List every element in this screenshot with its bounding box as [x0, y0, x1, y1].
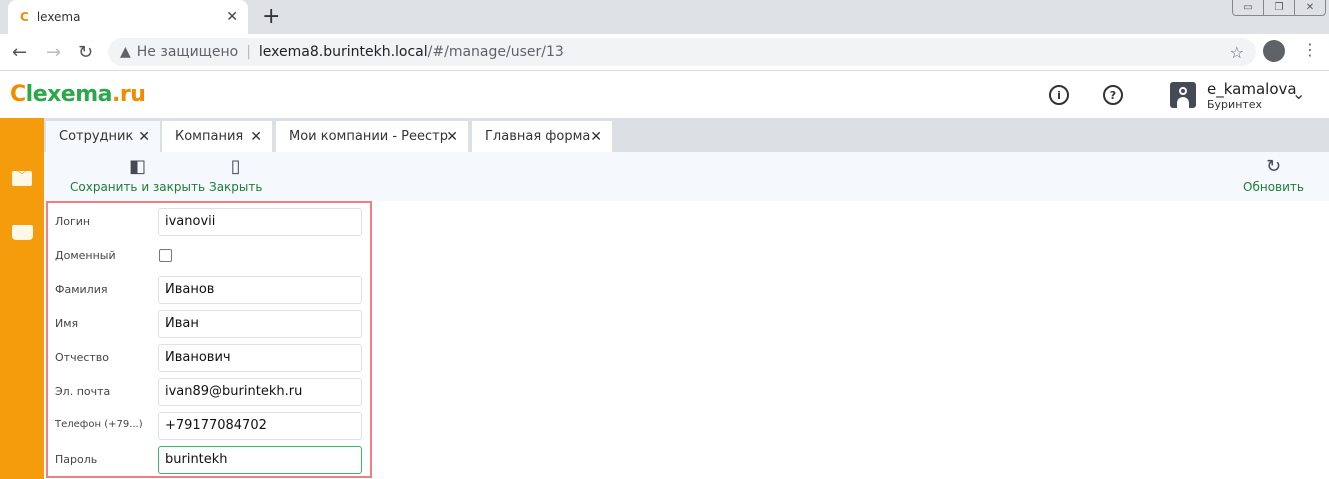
save-close-label: Сохранить и закрыть	[70, 180, 206, 194]
close-tab-icon[interactable]: ✕	[226, 9, 238, 25]
browser-tab[interactable]: C lexema ✕	[8, 0, 248, 34]
tab-label: Компания	[175, 129, 244, 144]
mail-icon[interactable]: ﹀	[12, 171, 32, 186]
url-path: /#/manage/user/13	[427, 44, 564, 60]
user-avatar[interactable]	[1170, 82, 1196, 108]
restore-icon[interactable]: ❐	[1264, 0, 1295, 15]
close-label: Закрыть	[209, 180, 263, 194]
minimize-icon[interactable]: ▭	[1233, 0, 1264, 15]
tab-label: Мои компании - Реестр	[289, 129, 448, 144]
close-icon[interactable]: ✕	[446, 129, 458, 145]
tab-employee[interactable]: Сотрудник ✕	[46, 121, 160, 152]
refresh-icon: ↻	[1265, 156, 1282, 177]
close-window-icon[interactable]: ✕	[1295, 0, 1325, 15]
save-door-icon: ◧	[129, 156, 147, 177]
tab-label: Главная форма	[485, 129, 591, 144]
password-input[interactable]: burintekh	[158, 446, 362, 474]
security-warning[interactable]: Не защищено	[137, 44, 238, 60]
user-name[interactable]: e_kamalova	[1207, 80, 1297, 98]
help-icon[interactable]: ?	[1103, 85, 1123, 105]
tab-company[interactable]: Компания ✕	[162, 121, 272, 152]
close-icon[interactable]: ✕	[590, 129, 602, 145]
firstname-input[interactable]: Иван	[158, 310, 362, 338]
url-input[interactable]: ▲ Не защищено | lexema8.burintekh.local /…	[108, 38, 1256, 66]
tab-label: Сотрудник	[59, 129, 134, 144]
bookmark-star-icon[interactable]: ☆	[1230, 43, 1244, 62]
close-button[interactable]: ▯ Закрыть	[209, 156, 262, 194]
info-icon[interactable]: i	[1049, 85, 1069, 105]
folder-icon[interactable]	[12, 225, 33, 240]
browser-tab-title: lexema	[36, 10, 81, 24]
middlename-input[interactable]: Иванович	[158, 344, 362, 372]
tab-my-companies[interactable]: Мои компании - Реестр ✕	[276, 121, 468, 152]
login-label: Логин	[55, 215, 91, 228]
lastname-label: Фамилия	[55, 283, 108, 296]
sidebar: ﹀	[0, 118, 44, 479]
app-header	[0, 72, 1329, 118]
profile-icon[interactable]	[1263, 40, 1285, 62]
url-host: lexema8.burintekh.local	[258, 44, 428, 60]
door-icon: ▯	[230, 156, 241, 177]
refresh-label: Обновить	[1243, 180, 1304, 194]
close-icon[interactable]: ✕	[250, 129, 262, 145]
divider: |	[246, 44, 251, 60]
phone-label: Телефон (+79...)	[55, 419, 143, 430]
forward-icon[interactable]: →	[46, 42, 61, 63]
phone-input[interactable]: +79177084702	[158, 412, 362, 440]
login-input[interactable]: ivanovii	[158, 208, 362, 236]
email-input[interactable]: ivan89@burintekh.ru	[158, 378, 362, 406]
lexema-favicon: C	[20, 10, 29, 24]
lastname-input[interactable]: Иванов	[158, 276, 362, 304]
menu-dots-icon[interactable]: ⋮	[1302, 40, 1318, 59]
tab-main-form[interactable]: Главная форма ✕	[472, 121, 612, 152]
middlename-label: Отчество	[55, 351, 110, 364]
close-icon[interactable]: ✕	[138, 129, 150, 145]
user-org: Буринтех	[1207, 98, 1263, 111]
lexema-logo[interactable]: Clexema.ru	[10, 82, 146, 107]
chevron-down-icon[interactable]: ⌄	[1292, 84, 1305, 103]
save-close-button[interactable]: ◧ Сохранить и закрыть	[70, 156, 205, 194]
email-label: Эл. почта	[55, 385, 111, 398]
password-label: Пароль	[55, 453, 98, 466]
domain-label: Доменный	[55, 249, 116, 262]
firstname-label: Имя	[55, 317, 79, 330]
address-bar-area: ← → ↻ ▲ Не защищено | lexema8.burintekh.…	[0, 34, 1329, 71]
refresh-button[interactable]: ↻ Обновить	[1243, 156, 1304, 194]
domain-checkbox[interactable]	[159, 249, 172, 262]
back-icon[interactable]: ←	[12, 42, 27, 63]
window-controls: ▭ ❐ ✕	[1232, 0, 1326, 16]
reload-icon[interactable]: ↻	[78, 42, 93, 63]
new-tab-button[interactable]: +	[262, 4, 280, 29]
warning-icon: ▲	[120, 44, 131, 60]
